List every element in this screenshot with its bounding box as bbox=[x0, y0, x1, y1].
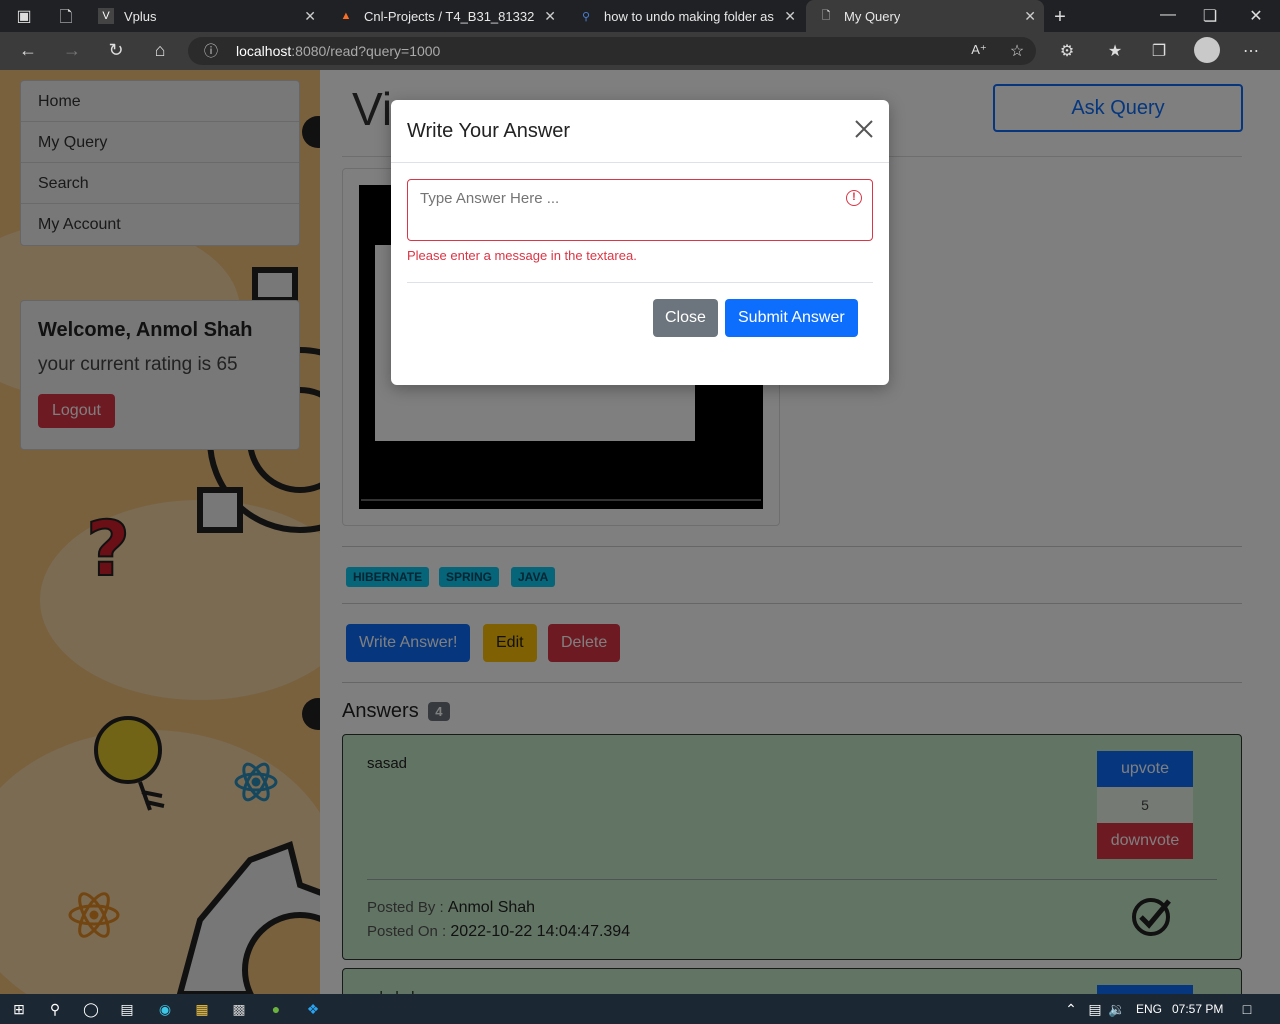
url-input[interactable]: ⓘ localhost:8080/read?query=1000 bbox=[188, 37, 1036, 65]
read-aloud-icon[interactable]: A⁺ bbox=[968, 42, 990, 58]
search-favicon-icon: ⚲ bbox=[581, 10, 591, 23]
vplus-favicon-icon: V bbox=[98, 8, 114, 24]
close-icon[interactable]: ✕ bbox=[304, 8, 316, 25]
answer-textarea[interactable] bbox=[407, 179, 873, 241]
tab-title: Vplus bbox=[124, 8, 157, 24]
modal-title: Write Your Answer bbox=[407, 120, 571, 142]
volume-icon[interactable]: 🔉 bbox=[1108, 1000, 1126, 1018]
more-icon[interactable]: ⋯ bbox=[1240, 41, 1262, 61]
close-icon[interactable] bbox=[853, 118, 875, 140]
browser-tab-bar: ▣ 🗋 V Vplus ✕ ▲ Cnl-Projects / T4_B31_81… bbox=[0, 0, 1280, 32]
tab-actions-icon[interactable]: ▣ bbox=[14, 6, 34, 26]
close-button[interactable]: Close bbox=[653, 299, 718, 337]
file-explorer-icon[interactable]: ▦ bbox=[193, 1000, 211, 1018]
home-icon[interactable]: ⌂ bbox=[148, 40, 172, 61]
error-message: Please enter a message in the textarea. bbox=[407, 248, 637, 263]
tab-my-query[interactable]: 🗋 My Query ✕ bbox=[806, 0, 1044, 32]
gitlab-favicon-icon: ▲ bbox=[340, 10, 352, 22]
url-host: localhost bbox=[236, 43, 292, 59]
spring-tool-icon[interactable]: ● bbox=[267, 1000, 285, 1018]
profile-avatar[interactable] bbox=[1194, 37, 1220, 63]
vscode-icon[interactable]: ❖ bbox=[304, 1000, 322, 1018]
tab-search[interactable]: ⚲ how to undo making folder as gi ✕ bbox=[566, 0, 804, 32]
tab-title: Cnl-Projects / T4_B31_8133269_a bbox=[364, 8, 534, 24]
divider bbox=[407, 282, 873, 283]
tab-title: how to undo making folder as gi bbox=[604, 8, 774, 24]
new-tab-icon[interactable]: + bbox=[1050, 6, 1070, 29]
close-icon[interactable]: ✕ bbox=[544, 8, 556, 25]
edge-icon[interactable]: ◉ bbox=[156, 1000, 174, 1018]
back-icon[interactable]: ← bbox=[16, 40, 40, 61]
refresh-icon[interactable]: ↻ bbox=[104, 40, 128, 61]
terminal-icon[interactable]: ▩ bbox=[230, 1000, 248, 1018]
error-icon: ! bbox=[846, 190, 862, 206]
submit-answer-button[interactable]: Submit Answer bbox=[725, 299, 858, 337]
address-toolbar: ← → ↻ ⌂ ⓘ localhost:8080/read?query=1000… bbox=[0, 32, 1280, 70]
windows-taskbar: ⊞ ⚲ ◯ ▤ ◉ ▦ ▩ ● ❖ ⌃ ▤ 🔉 ENG 07:57 PM □ bbox=[0, 994, 1280, 1024]
task-view-icon[interactable]: ▤ bbox=[118, 1000, 136, 1018]
url-path: :8080/read?query=1000 bbox=[291, 43, 441, 59]
page-icon[interactable]: 🗋 bbox=[56, 6, 76, 33]
network-icon[interactable]: ▤ bbox=[1086, 1000, 1104, 1018]
tab-vplus[interactable]: V Vplus ✕ bbox=[86, 0, 324, 32]
notification-icon[interactable]: □ bbox=[1238, 1000, 1256, 1018]
minimize-icon[interactable]: — bbox=[1158, 6, 1178, 24]
tab-gitlab[interactable]: ▲ Cnl-Projects / T4_B31_8133269_a ✕ bbox=[326, 0, 564, 32]
close-window-icon[interactable]: ✕ bbox=[1246, 6, 1266, 26]
chevron-up-icon[interactable]: ⌃ bbox=[1062, 1000, 1080, 1018]
extensions-icon[interactable]: ⚙ bbox=[1056, 41, 1078, 61]
restore-icon[interactable]: ❏ bbox=[1200, 6, 1220, 26]
favorite-star-icon[interactable]: ☆ bbox=[1006, 41, 1028, 61]
page-viewport: ? H bbox=[0, 70, 1280, 994]
divider bbox=[391, 162, 889, 163]
clock[interactable]: 07:57 PM bbox=[1172, 1002, 1223, 1016]
page-favicon-icon: 🗋 bbox=[821, 9, 831, 22]
answer-modal: Write Your Answer ! Please enter a messa… bbox=[391, 100, 889, 385]
forward-icon[interactable]: → bbox=[60, 40, 84, 61]
search-icon[interactable]: ⚲ bbox=[46, 1000, 64, 1018]
site-info-icon[interactable]: ⓘ bbox=[204, 37, 218, 65]
close-icon[interactable]: ✕ bbox=[784, 8, 796, 25]
close-icon[interactable]: ✕ bbox=[1024, 8, 1036, 25]
cortana-icon[interactable]: ◯ bbox=[82, 1000, 100, 1018]
tab-title: My Query bbox=[844, 8, 901, 24]
language-indicator[interactable]: ENG bbox=[1136, 1002, 1162, 1016]
windows-start-icon[interactable]: ⊞ bbox=[10, 1000, 28, 1018]
collections-icon[interactable]: ❐ bbox=[1148, 41, 1170, 61]
favorites-icon[interactable]: ★ bbox=[1104, 41, 1126, 61]
